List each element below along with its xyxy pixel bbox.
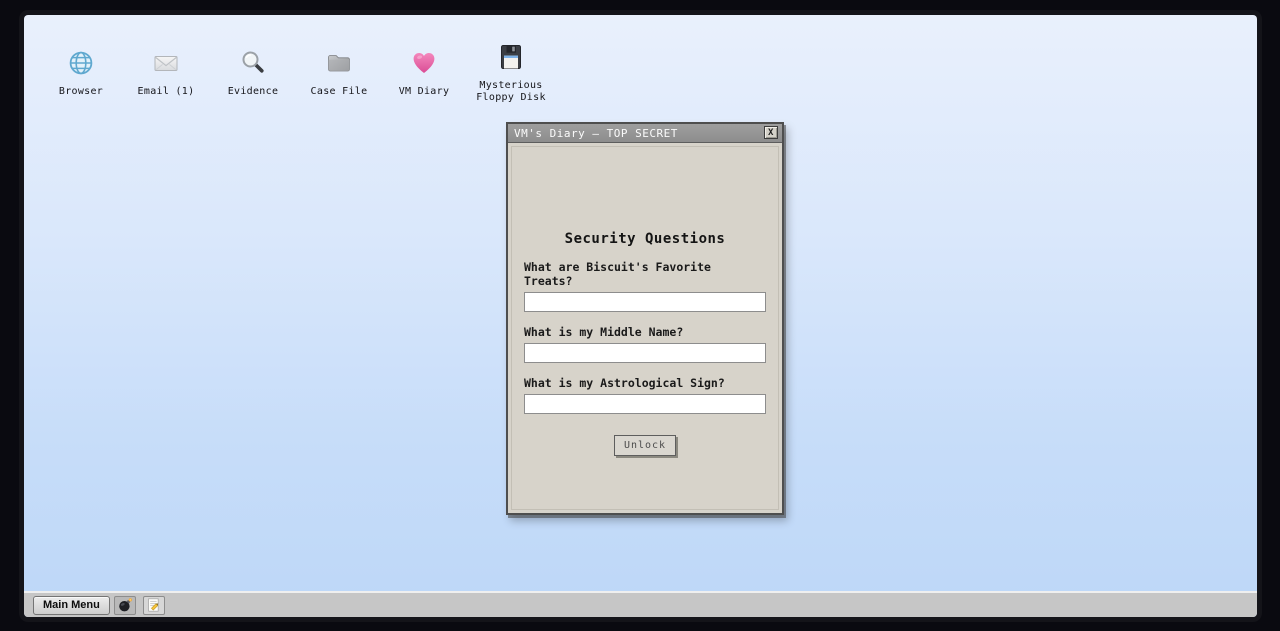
unlock-button-row: Unlock	[524, 433, 766, 456]
question-label-treats: What are Biscuit's Favorite Treats?	[524, 260, 766, 288]
main-menu-button[interactable]: Main Menu	[33, 596, 110, 615]
icon-label: VM Diary	[399, 86, 450, 98]
answer-input-middle-name[interactable]	[524, 343, 766, 363]
desktop-icon-floppy[interactable]: Mysterious Floppy Disk	[469, 42, 553, 104]
unlock-button[interactable]: Unlock	[614, 435, 676, 456]
desktop-icon-vm-diary[interactable]: VM Diary	[382, 48, 466, 98]
envelope-icon	[152, 48, 180, 78]
bomb-button[interactable]	[114, 596, 136, 615]
globe-icon	[67, 48, 95, 78]
diary-window: VM's Diary — TOP SECRET X Security Quest…	[506, 122, 784, 515]
magnifier-icon	[239, 48, 267, 78]
desktop: Browser Email (1) Evidence	[24, 15, 1257, 617]
window-title: VM's Diary — TOP SECRET	[514, 127, 678, 140]
heart-icon	[410, 48, 438, 78]
floppy-disk-icon	[497, 42, 525, 72]
bomb-icon	[117, 597, 133, 613]
desktop-icon-evidence[interactable]: Evidence	[211, 48, 295, 98]
monitor-bezel: { "desktop": { "icons": [ { "id": "brows…	[0, 0, 1280, 631]
security-questions-heading: Security Questions	[524, 231, 766, 247]
close-button[interactable]: X	[764, 126, 778, 139]
icon-label: Evidence	[228, 86, 279, 98]
icon-label: Mysterious Floppy Disk	[469, 80, 553, 104]
icon-label: Email (1)	[138, 86, 195, 98]
taskbar: Main Menu	[24, 591, 1257, 617]
answer-input-astrological-sign[interactable]	[524, 394, 766, 414]
window-titlebar[interactable]: VM's Diary — TOP SECRET X	[508, 124, 782, 143]
window-body: Security Questions What are Biscuit's Fa…	[511, 146, 779, 510]
question-label-astrological-sign: What is my Astrological Sign?	[524, 376, 766, 390]
memo-pencil-icon	[146, 597, 162, 613]
desktop-icon-browser[interactable]: Browser	[39, 48, 123, 98]
question-label-middle-name: What is my Middle Name?	[524, 325, 766, 339]
answer-input-treats[interactable]	[524, 292, 766, 312]
icon-label: Browser	[59, 86, 103, 98]
desktop-icon-case-file[interactable]: Case File	[297, 48, 381, 98]
desktop-icon-email[interactable]: Email (1)	[124, 48, 208, 98]
icon-label: Case File	[311, 86, 368, 98]
folder-icon	[325, 48, 353, 78]
memo-button[interactable]	[143, 596, 165, 615]
